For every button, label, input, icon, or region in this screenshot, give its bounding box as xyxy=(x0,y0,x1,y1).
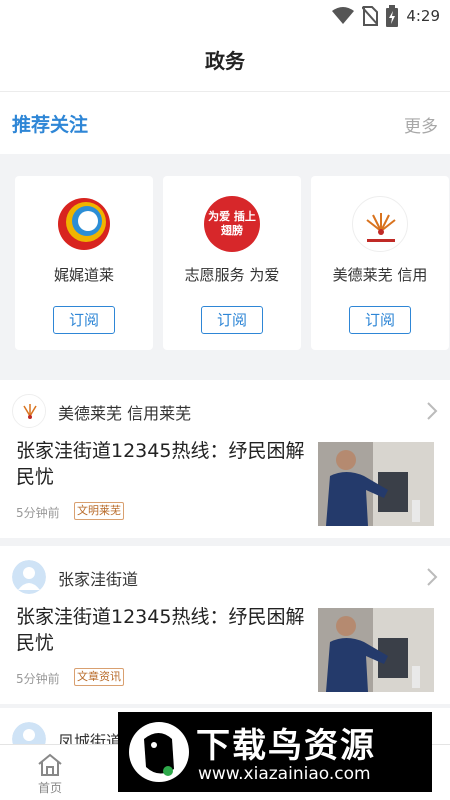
feed-item[interactable]: 美德莱芜 信用莱芜 张家洼街道12345热线：纾民困解民忧 5分钟前 文明莱芜 xyxy=(0,380,450,538)
page-title: 政务 xyxy=(205,49,245,73)
clock: 4:29 xyxy=(406,7,440,25)
title-bar: 政务 xyxy=(0,32,450,92)
recommend-title: 推荐关注 xyxy=(12,114,89,136)
watermark-title: 下载鸟资源 xyxy=(196,726,376,766)
bird-logo-icon xyxy=(129,722,189,782)
more-link[interactable]: 更多 xyxy=(404,112,438,137)
recommend-header: 推荐关注 更多 xyxy=(0,92,450,154)
nav-home-label: 首页 xyxy=(37,781,62,795)
recommend-card-name: 美德莱芜 信用 xyxy=(332,266,428,284)
nav-home[interactable]: 首页 xyxy=(28,749,72,799)
feed-headline[interactable]: 张家洼街道12345热线：纾民困解民忧 xyxy=(16,438,306,490)
status-bar: 4:29 xyxy=(0,0,450,32)
feed-author: 美德莱芜 信用莱芜 xyxy=(58,404,192,423)
feed-tag: 文明莱芜 xyxy=(74,502,124,520)
recommend-card[interactable]: 为爱 插上翅膀 志愿服务 为爱 订阅 xyxy=(163,176,301,350)
feed-author: 张家洼街道 xyxy=(58,570,139,589)
default-avatar-icon xyxy=(12,560,46,594)
feed-headline[interactable]: 张家洼街道12345热线：纾民困解民忧 xyxy=(16,604,306,656)
feed-time: 5分钟前 xyxy=(16,506,60,520)
chevron-right-icon[interactable] xyxy=(426,402,438,420)
recommend-card[interactable]: 娓娓道莱 订阅 xyxy=(15,176,153,350)
ring-logo-icon xyxy=(56,196,112,252)
no-sim-icon xyxy=(362,6,379,26)
feed-time: 5分钟前 xyxy=(16,672,60,686)
feed-tag: 文章资讯 xyxy=(74,668,124,686)
subscribe-button[interactable]: 订阅 xyxy=(201,306,263,334)
chevron-right-icon[interactable] xyxy=(426,568,438,586)
wifi-icon xyxy=(332,7,355,24)
subscribe-button[interactable]: 订阅 xyxy=(53,306,115,334)
recommend-card[interactable]: 美德莱芜 信用 订阅 xyxy=(311,176,449,350)
watermark-url: www.xiazainiao.com xyxy=(198,764,371,784)
virtue-logo-icon xyxy=(352,196,408,252)
status-icons: 4:29 xyxy=(332,5,440,27)
recommend-card-name: 志愿服务 为爱 xyxy=(184,266,280,284)
recommend-cards: 娓娓道莱 订阅 为爱 插上翅膀 志愿服务 为爱 订阅 美德莱芜 信用 订阅 xyxy=(0,154,450,372)
battery-charging-icon xyxy=(386,5,399,27)
feed-thumbnail[interactable] xyxy=(318,442,434,526)
volunteer-logo: 为爱 插上翅膀 xyxy=(204,196,260,252)
recommend-card-name: 娓娓道莱 xyxy=(53,266,114,284)
volunteer-logo-text: 为爱 插上翅膀 xyxy=(208,210,256,237)
subscribe-button[interactable]: 订阅 xyxy=(349,306,411,334)
virtue-avatar-icon xyxy=(12,394,46,428)
feed-thumbnail[interactable] xyxy=(318,608,434,692)
home-icon xyxy=(38,753,62,776)
watermark: 下载鸟资源 www.xiazainiao.com xyxy=(118,712,432,792)
feed-item[interactable]: 张家洼街道 张家洼街道12345热线：纾民困解民忧 5分钟前 文章资讯 xyxy=(0,546,450,704)
